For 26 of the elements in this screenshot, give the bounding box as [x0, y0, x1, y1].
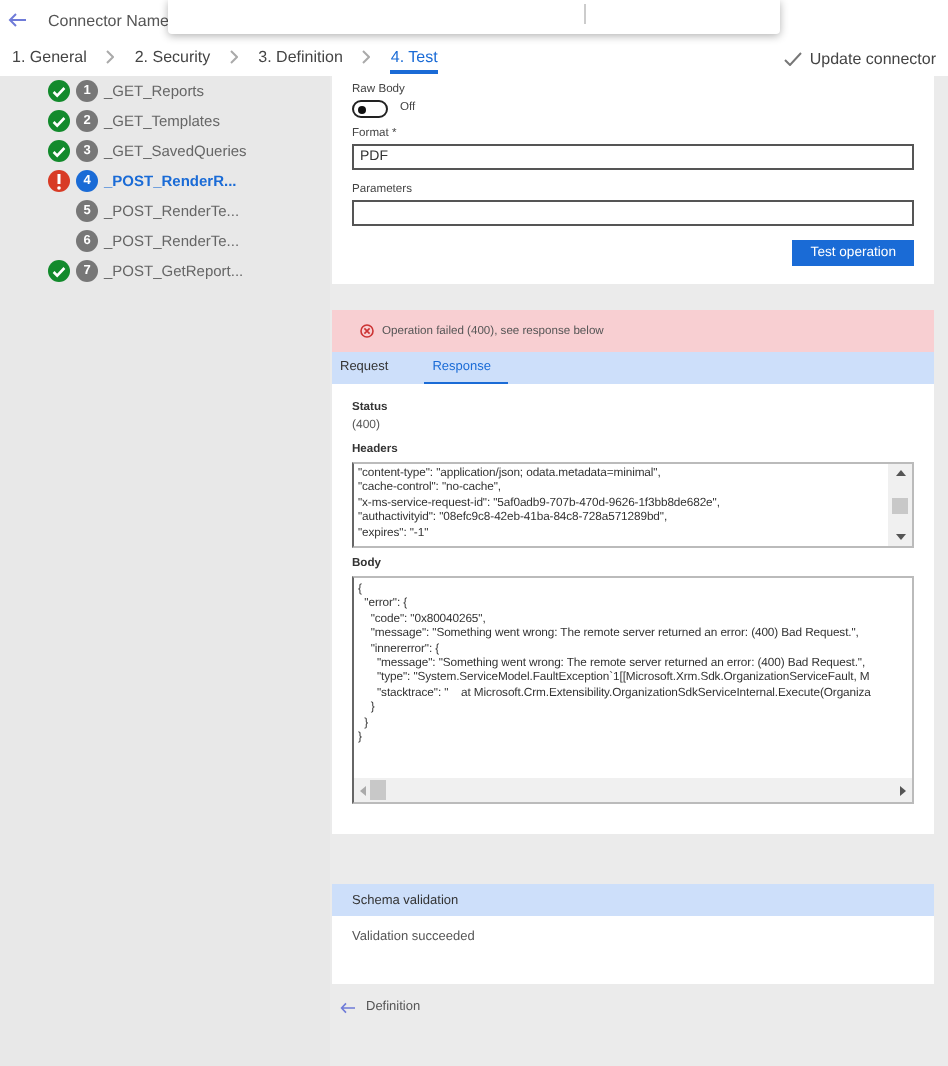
check-icon: [48, 110, 70, 132]
step-tab[interactable]: 1. General: [12, 42, 87, 74]
horizontal-scrollbar[interactable]: [354, 778, 912, 803]
scroll-up-icon[interactable]: [895, 470, 905, 476]
update-connector-button[interactable]: Update connector: [783, 49, 936, 67]
check-icon: [48, 140, 70, 162]
error-circle-icon: [360, 324, 374, 338]
toggle-switch[interactable]: [352, 100, 388, 118]
step-tab[interactable]: 2. Security: [134, 42, 211, 74]
scroll-right-icon[interactable]: [900, 785, 906, 796]
back-arrow-icon: [340, 1001, 356, 1014]
scroll-down-icon[interactable]: [895, 534, 905, 541]
check-icon: [48, 260, 70, 282]
checkmark-icon: [783, 51, 802, 65]
error-icon: [48, 170, 70, 192]
chevron-icon: [106, 49, 115, 67]
scrollbar-thumb[interactable]: [892, 497, 908, 514]
connector-name: Connector Name: [48, 11, 169, 29]
scrollbar-thumb[interactable]: [370, 780, 386, 801]
chevron-icon: [230, 49, 239, 67]
parameters-input-field[interactable]: [352, 200, 914, 226]
chevron-icon: [362, 49, 371, 67]
step-tab[interactable]: 3. Definition: [258, 42, 343, 74]
vertical-scrollbar[interactable]: [888, 464, 912, 547]
check-icon: [48, 80, 70, 102]
back-arrow-icon[interactable]: [8, 12, 28, 28]
